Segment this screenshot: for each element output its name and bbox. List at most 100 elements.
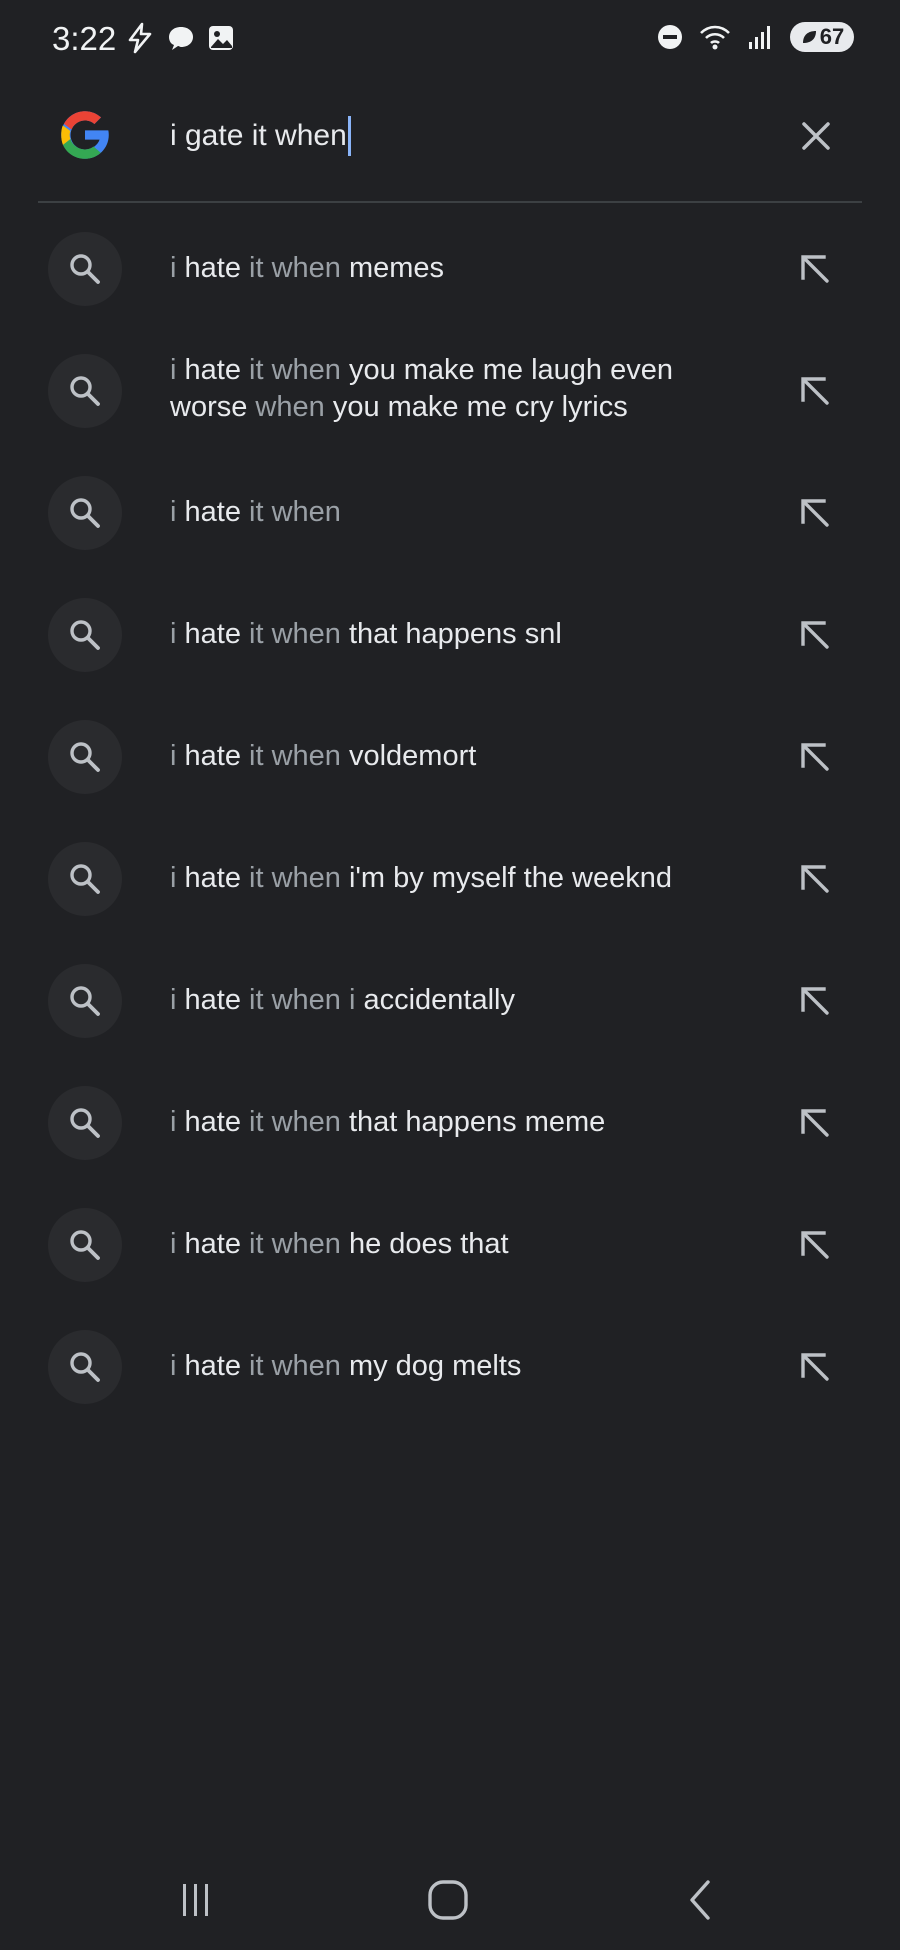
search-icon [70, 864, 100, 894]
suggestion-text: i hate it when i accidentally [170, 982, 730, 1019]
navigation-bar [0, 1850, 900, 1950]
suggestion-completion: hate [184, 496, 241, 528]
search-icon [70, 986, 100, 1016]
suggestion-completion: accidentally [363, 984, 515, 1016]
fill-query-arrow-icon[interactable] [794, 736, 834, 776]
recents-icon [183, 1884, 208, 1916]
suggestion-row[interactable]: i hate it when that happens snl [0, 570, 900, 692]
suggestion-text: i hate it when that happens meme [170, 1104, 730, 1141]
chat-bubble-icon [169, 27, 193, 50]
search-query: i gate it when [170, 119, 347, 152]
search-icon [70, 376, 100, 406]
back-icon [690, 1880, 710, 1920]
fill-query-arrow-icon[interactable] [794, 1102, 834, 1142]
suggestion-match: i [170, 1106, 185, 1138]
search-icon [70, 620, 100, 650]
fill-query-arrow-icon[interactable] [794, 492, 834, 532]
flash-icon [128, 22, 152, 54]
battery-saver-icon [802, 31, 816, 43]
fill-query-arrow-icon[interactable] [794, 370, 834, 410]
do-not-disturb-icon [658, 25, 682, 49]
suggestion-completion: hate [184, 1350, 241, 1382]
search-icon [70, 254, 100, 284]
search-icon-circle [48, 964, 122, 1038]
suggestion-completion: hate [184, 740, 241, 772]
fill-query-arrow-icon[interactable] [794, 1346, 834, 1386]
search-icon-circle [48, 842, 122, 916]
suggestion-completion: hate [184, 1106, 241, 1138]
suggestion-completion: i'm by myself the weeknd [348, 862, 673, 894]
suggestion-text: i hate it when [170, 494, 730, 531]
home-button[interactable] [418, 1872, 478, 1928]
fill-query-arrow-icon[interactable] [794, 1224, 834, 1264]
search-icon-circle [48, 354, 122, 428]
search-icon-circle [48, 232, 122, 306]
search-icon-circle [48, 1208, 122, 1282]
battery-indicator: 67 [790, 22, 854, 52]
wifi-icon [700, 25, 730, 50]
status-left-icons [124, 22, 236, 54]
suggestion-row[interactable]: i hate it when you make me laugh even wo… [0, 326, 900, 448]
suggestion-completion: you make me cry lyrics [332, 391, 628, 423]
suggestion-row[interactable]: i hate it when i accidentally [0, 936, 900, 1058]
suggestion-match: it when [240, 1228, 349, 1260]
suggestion-row[interactable]: i hate it when [0, 448, 900, 570]
search-icon-circle [48, 720, 122, 794]
suggestion-match: it when [240, 1106, 349, 1138]
search-icon [70, 1352, 100, 1382]
suggestion-completion: that happens meme [348, 1106, 606, 1138]
suggestion-match: i [170, 1350, 185, 1382]
back-button[interactable] [670, 1872, 730, 1928]
status-right-icons: 67 [656, 22, 854, 52]
suggestion-match: when [247, 391, 333, 423]
text-caret [347, 116, 351, 156]
status-bar: 3:22 67 [0, 0, 900, 84]
suggestion-row[interactable]: i hate it when voldemort [0, 692, 900, 814]
search-icon [70, 742, 100, 772]
suggestion-completion: hate [184, 862, 241, 894]
suggestion-match: it when i [240, 984, 364, 1016]
gallery-icon [209, 26, 233, 50]
home-icon [428, 1880, 468, 1920]
recents-button[interactable] [166, 1872, 226, 1928]
suggestion-text: i hate it when my dog melts [170, 1348, 730, 1385]
suggestion-match: i [170, 618, 185, 650]
suggestion-row[interactable]: i hate it when i'm by myself the weeknd [0, 814, 900, 936]
suggestion-completion: hate [184, 618, 241, 650]
search-icon [70, 1230, 100, 1260]
search-input[interactable]: i gate it when [170, 114, 351, 158]
suggestion-match: i [170, 740, 185, 772]
search-icon-circle [48, 1086, 122, 1160]
suggestion-completion: he does that [348, 1228, 509, 1260]
suggestion-text: i hate it when you make me laugh even wo… [170, 352, 730, 426]
suggestion-list: i hate it when memes i hate it when you … [0, 204, 900, 1424]
suggestion-row[interactable]: i hate it when my dog melts [0, 1302, 900, 1424]
suggestion-row[interactable]: i hate it when he does that [0, 1180, 900, 1302]
suggestion-completion: hate [184, 1228, 241, 1260]
clear-icon[interactable] [796, 116, 836, 156]
suggestion-completion: memes [348, 252, 445, 284]
suggestion-row[interactable]: i hate it when memes [0, 204, 900, 326]
suggestion-completion: hate [184, 354, 241, 386]
battery-level: 67 [819, 24, 845, 49]
suggestion-match: i [170, 1228, 185, 1260]
suggestion-completion: hate [184, 252, 241, 284]
suggestion-text: i hate it when memes [170, 250, 730, 287]
search-icon-circle [48, 598, 122, 672]
suggestion-match: i [170, 984, 185, 1016]
fill-query-arrow-icon[interactable] [794, 980, 834, 1020]
signal-icon [749, 26, 770, 49]
fill-query-arrow-icon[interactable] [794, 858, 834, 898]
suggestion-match: it when [240, 252, 349, 284]
suggestion-row[interactable]: i hate it when that happens meme [0, 1058, 900, 1180]
suggestion-match: i [170, 252, 185, 284]
suggestion-completion: my dog melts [348, 1350, 522, 1382]
search-icon [70, 1108, 100, 1138]
google-logo [61, 111, 111, 159]
suggestion-match: it when [240, 354, 349, 386]
fill-query-arrow-icon[interactable] [794, 614, 834, 654]
search-header: i gate it when [0, 84, 900, 202]
suggestion-text: i hate it when i'm by myself the weeknd [170, 860, 730, 897]
suggestion-text: i hate it when that happens snl [170, 616, 730, 653]
fill-query-arrow-icon[interactable] [794, 248, 834, 288]
